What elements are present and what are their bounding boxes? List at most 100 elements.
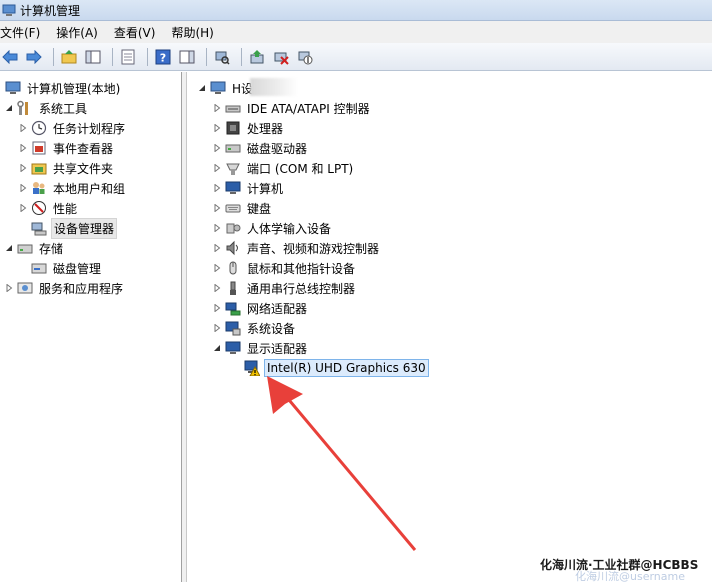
device-root-row[interactable]: H设 — [197, 78, 255, 98]
nav-tree-item-row[interactable]: 任务计划程序 — [18, 118, 127, 138]
device-category-row[interactable]: 网络适配器 — [212, 298, 309, 318]
display-adapter-icon — [225, 340, 241, 356]
collapsed-triangle-icon[interactable] — [212, 323, 222, 333]
device-category-row[interactable]: 声音、视频和游戏控制器 — [212, 238, 381, 258]
collapsed-triangle-icon[interactable] — [212, 163, 222, 173]
expanded-triangle-icon[interactable] — [197, 83, 207, 93]
disk-management-icon — [31, 260, 47, 276]
collapsed-triangle-icon[interactable] — [212, 283, 222, 293]
collapsed-triangle-icon[interactable] — [212, 223, 222, 233]
device-category-row[interactable]: 显示适配器 — [212, 338, 309, 358]
nav-tree-item-row[interactable]: 设备管理器 — [18, 217, 118, 239]
usb-icon — [225, 280, 241, 296]
device-category-label: IDE ATA/ATAPI 控制器 — [247, 101, 370, 116]
expanded-triangle-icon[interactable] — [4, 243, 14, 253]
device-category-row[interactable]: 鼠标和其他指针设备 — [212, 258, 357, 278]
nav-tree-item-label: 磁盘管理 — [53, 261, 102, 276]
uninstall-device-icon[interactable] — [271, 47, 291, 67]
action-pane-icon[interactable] — [177, 47, 197, 67]
collapsed-triangle-icon[interactable] — [212, 263, 222, 273]
menu-view[interactable]: 查看(V) — [114, 24, 162, 41]
nav-tree-item-label: 性能 — [53, 201, 78, 216]
collapsed-triangle-icon[interactable] — [212, 103, 222, 113]
device-category-row[interactable]: 磁盘驱动器 — [212, 138, 309, 158]
sound-icon — [225, 240, 241, 256]
nav-tree-item-label: 服务和应用程序 — [39, 281, 124, 296]
update-driver-icon[interactable] — [247, 47, 267, 67]
toolbar-separator — [112, 47, 113, 66]
device-category-label: 系统设备 — [247, 321, 296, 336]
disable-device-icon[interactable] — [295, 47, 315, 67]
help-icon[interactable]: ? — [153, 47, 173, 67]
device-category-label: 显示适配器 — [247, 341, 308, 356]
collapsed-triangle-icon[interactable] — [212, 303, 222, 313]
collapsed-triangle-icon[interactable] — [18, 163, 28, 173]
collapsed-triangle-icon[interactable] — [212, 143, 222, 153]
device-category-label: 鼠标和其他指针设备 — [247, 261, 356, 276]
event-viewer-icon — [31, 140, 47, 156]
collapsed-triangle-icon[interactable] — [18, 123, 28, 133]
up-folder-icon[interactable] — [59, 47, 79, 67]
tools-icon — [17, 100, 33, 116]
collapsed-triangle-icon[interactable] — [18, 143, 28, 153]
collapsed-triangle-icon[interactable] — [18, 183, 28, 193]
nav-tree-item-row[interactable]: 存储 — [4, 238, 65, 258]
collapsed-triangle-icon[interactable] — [18, 203, 28, 213]
toolbar: ? — [0, 43, 712, 71]
device-category-label: 端口 (COM 和 LPT) — [247, 161, 354, 176]
toolbar-separator — [147, 47, 148, 66]
device-category-label: 键盘 — [247, 201, 272, 216]
device-category-label: 网络适配器 — [247, 301, 308, 316]
menu-action[interactable]: 操作(A) — [56, 24, 104, 41]
nav-tree-item-row[interactable]: 本地用户和组 — [18, 178, 127, 198]
properties-icon[interactable] — [118, 47, 138, 67]
expanded-triangle-icon[interactable] — [212, 343, 222, 353]
mouse-icon — [225, 260, 241, 276]
scan-hardware-icon[interactable] — [212, 47, 232, 67]
services-icon — [17, 280, 33, 296]
watermark: 化海川流·工业社群@HCBBS — [540, 558, 699, 572]
users-icon — [31, 180, 47, 196]
device-category-row[interactable]: 人体学输入设备 — [212, 218, 333, 238]
system-device-icon — [225, 320, 241, 336]
device-category-row[interactable]: 通用串行总线控制器 — [212, 278, 357, 298]
nav-tree-item-row[interactable]: 磁盘管理 — [18, 258, 103, 278]
nav-tree-item-label: 任务计划程序 — [53, 121, 126, 136]
nav-tree-item-row[interactable]: 事件查看器 — [18, 138, 115, 158]
performance-icon — [31, 200, 47, 216]
nav-tree-item-row[interactable]: 共享文件夹 — [18, 158, 115, 178]
menu-file[interactable]: 文件(F) — [0, 24, 46, 41]
computer-management-icon — [5, 80, 21, 96]
nav-tree-item-row[interactable]: 系统工具 — [4, 98, 89, 118]
collapsed-triangle-icon[interactable] — [212, 123, 222, 133]
device-category-label: 磁盘驱动器 — [247, 141, 308, 156]
storage-icon — [17, 240, 33, 256]
device-category-label: 声音、视频和游戏控制器 — [247, 241, 380, 256]
device-category-row[interactable]: 键盘 — [212, 198, 273, 218]
navigation-tree-pane: 计算机管理(本地) 系统工具任务计划程序事件查看器 共享文件夹 本地用户和组性能 设备管… — [0, 72, 182, 582]
device-category-row[interactable]: 计算机 — [212, 178, 285, 198]
device-category-row[interactable]: IDE ATA/ATAPI 控制器 — [212, 98, 372, 118]
collapsed-triangle-icon[interactable] — [212, 243, 222, 253]
device-category-row[interactable]: 处理器 — [212, 118, 285, 138]
forward-arrow-icon[interactable] — [24, 47, 44, 67]
show-hide-tree-icon[interactable] — [83, 47, 103, 67]
collapsed-triangle-icon[interactable] — [4, 283, 14, 293]
expanded-triangle-icon[interactable] — [4, 103, 14, 113]
nav-tree-item-row[interactable]: 性能 — [18, 198, 79, 218]
collapsed-triangle-icon[interactable] — [212, 183, 222, 193]
nav-tree-item-row[interactable]: 计算机管理(本地) — [0, 78, 122, 98]
back-arrow-icon[interactable] — [0, 47, 20, 67]
device-category-row[interactable]: 系统设备 — [212, 318, 297, 338]
window-title: 计算机管理 — [20, 3, 81, 18]
collapsed-triangle-icon[interactable] — [212, 203, 222, 213]
menu-help[interactable]: 帮助(H) — [171, 24, 219, 41]
device-category-row[interactable]: 端口 (COM 和 LPT) — [212, 158, 355, 178]
nav-tree-item-row[interactable]: 服务和应用程序 — [4, 278, 125, 298]
port-icon — [225, 160, 241, 176]
nav-tree-item-label: 存储 — [39, 241, 64, 256]
clock-icon — [31, 120, 47, 136]
computer-icon — [210, 80, 226, 96]
